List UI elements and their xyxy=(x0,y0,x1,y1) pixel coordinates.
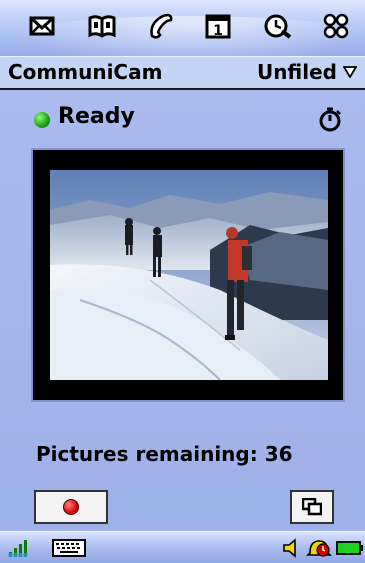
communicam-screen: 1 CommuniCam Unfiled Ready Pictures rema… xyxy=(0,0,365,563)
calendar-app-button[interactable]: 1 xyxy=(200,8,236,44)
chevron-down-icon xyxy=(343,66,357,78)
clock-search-icon xyxy=(264,14,292,39)
phone-icon xyxy=(150,13,173,39)
capture-button[interactable] xyxy=(34,490,108,524)
alarm-icon[interactable] xyxy=(306,537,332,559)
record-dot-icon xyxy=(63,499,79,515)
phone-app-button[interactable] xyxy=(142,8,178,44)
launcher-button[interactable] xyxy=(318,8,354,44)
overlap-windows-icon xyxy=(302,498,322,516)
viewfinder-photo xyxy=(50,170,328,380)
title-bar: CommuniCam Unfiled xyxy=(0,56,365,90)
viewfinder-frame[interactable] xyxy=(31,148,345,402)
folder-label: Unfiled xyxy=(256,60,337,84)
messaging-app-button[interactable] xyxy=(24,8,60,44)
signal-strength-icon xyxy=(8,537,32,559)
camera-status: Ready xyxy=(58,104,135,129)
app-toolbar: 1 xyxy=(0,0,365,76)
folder-dropdown[interactable]: Unfiled xyxy=(257,60,357,84)
contacts-app-button[interactable] xyxy=(84,8,120,44)
status-indicator-icon xyxy=(34,112,50,128)
battery-icon xyxy=(336,537,364,559)
envelope-icon xyxy=(29,16,55,36)
tasks-app-button[interactable] xyxy=(260,8,296,44)
calendar-day-text: 1 xyxy=(213,23,223,39)
apps-grid-icon xyxy=(323,13,349,39)
speaker-icon[interactable] xyxy=(282,537,300,559)
app-title: CommuniCam xyxy=(8,60,163,84)
system-status-bar xyxy=(0,531,365,563)
calendar-icon: 1 xyxy=(205,14,231,39)
self-timer-icon[interactable] xyxy=(317,106,343,132)
keyboard-icon[interactable] xyxy=(52,537,86,559)
book-icon xyxy=(88,15,116,38)
mode-button[interactable] xyxy=(290,490,334,524)
pictures-remaining: Pictures remaining: 36 xyxy=(36,442,293,466)
mountain-photo-image xyxy=(50,170,328,380)
